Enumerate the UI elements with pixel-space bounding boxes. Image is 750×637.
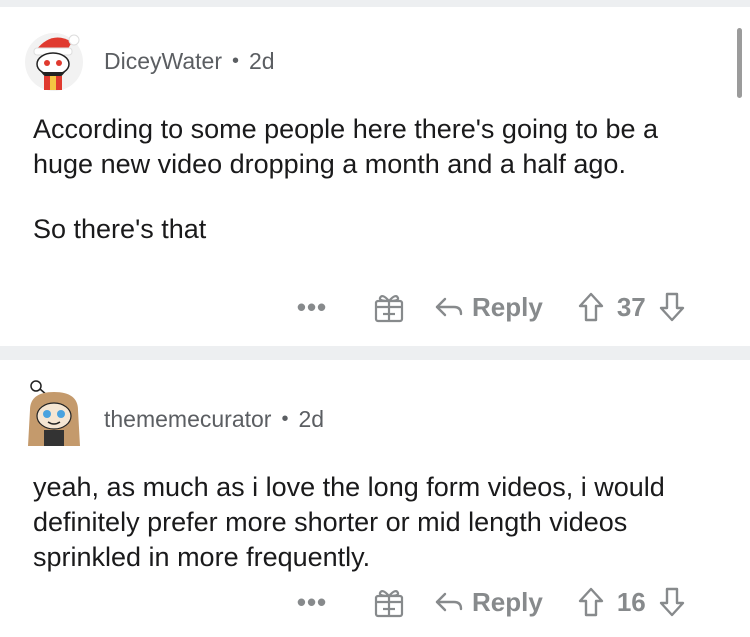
more-options-button[interactable]: ••• (292, 292, 332, 323)
comment-age: 2d (298, 406, 325, 432)
reply-button[interactable]: Reply (434, 587, 543, 618)
comment-2: thememecurator • 2d yeah, as much as i l… (0, 360, 750, 637)
author-name[interactable]: thememecurator (104, 406, 271, 433)
comment-age: 2d (249, 48, 275, 74)
meta-separator: • (232, 50, 240, 72)
santa-snoo-icon[interactable] (22, 28, 86, 92)
long-hair-snoo-icon[interactable] (22, 380, 86, 446)
comment-1: DiceyWater • 2d According to some people… (0, 0, 750, 346)
gift-award-icon[interactable] (372, 585, 406, 619)
author-name[interactable]: DiceyWater (104, 48, 222, 75)
downvote-arrow-icon[interactable] (658, 291, 686, 323)
meta-separator: • (281, 408, 289, 430)
comment-divider (0, 346, 750, 360)
upvote-arrow-icon[interactable] (577, 586, 605, 618)
comment-actions: ••• Reply 37 (292, 290, 686, 324)
vote-score: 16 (616, 586, 646, 617)
comment-actions: ••• Reply 16 (292, 585, 686, 619)
comment-body: According to some people here there's go… (33, 112, 723, 247)
vote-score: 37 (616, 291, 646, 322)
comment-body: yeah, as much as i love the long form vi… (33, 470, 723, 575)
upvote-arrow-icon[interactable] (577, 291, 605, 323)
comment-paragraph: So there's that (33, 214, 207, 244)
more-options-button[interactable]: ••• (292, 587, 332, 618)
reply-arrow-icon (435, 592, 463, 612)
vote-controls: 37 (577, 291, 686, 323)
reply-button[interactable]: Reply (434, 292, 543, 323)
comment-paragraph: yeah, as much as i love the long form vi… (33, 472, 665, 572)
downvote-arrow-icon[interactable] (658, 586, 686, 618)
reply-label: Reply (472, 586, 543, 617)
reply-label: Reply (472, 291, 543, 322)
vote-controls: 16 (577, 586, 686, 618)
reply-arrow-icon (435, 297, 463, 317)
comment-paragraph: According to some people here there's go… (33, 114, 659, 179)
gift-award-icon[interactable] (372, 290, 406, 324)
